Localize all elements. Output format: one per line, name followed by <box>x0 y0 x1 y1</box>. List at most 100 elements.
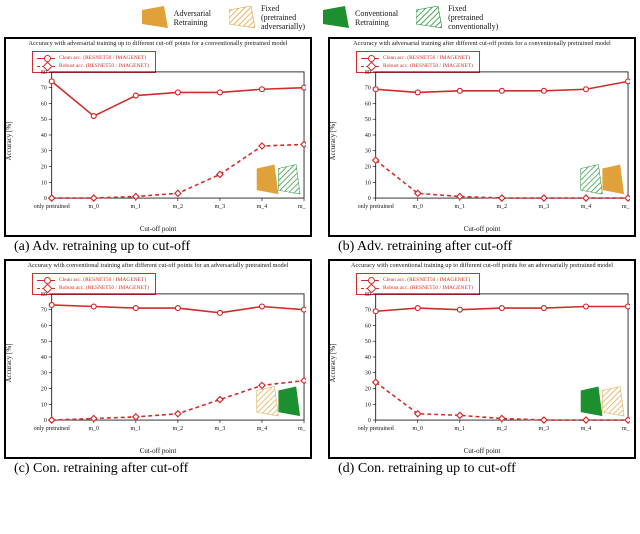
caption-c: (c) Con. retraining after cut-off <box>4 461 312 477</box>
svg-text:m_0: m_0 <box>89 204 100 210</box>
chart-plot: 01020304050607080only pretrainedm_0m_1m_… <box>356 273 630 439</box>
x-axis-label: Cut-off point <box>6 225 310 233</box>
svg-text:0: 0 <box>368 418 371 424</box>
trapezoid-icon <box>142 6 168 30</box>
y-axis-label: Accuracy [%] <box>329 121 337 160</box>
legend-label: Conventional Retraining <box>355 9 398 27</box>
x-axis-label: Cut-off point <box>6 447 310 455</box>
svg-text:m_3: m_3 <box>539 426 550 432</box>
svg-text:only pretrained: only pretrained <box>358 426 394 432</box>
svg-text:50: 50 <box>365 339 371 345</box>
y-axis-label: Accuracy [%] <box>5 343 13 382</box>
svg-text:40: 40 <box>41 133 47 139</box>
svg-text:m_3: m_3 <box>215 204 226 210</box>
svg-text:30: 30 <box>365 371 371 377</box>
figure-page: Adversarial Retraining Fixed (pretrained… <box>0 0 640 534</box>
chart-frame-d: Accuracy with conventional training up t… <box>328 259 636 459</box>
svg-text:m_4: m_4 <box>581 204 592 210</box>
caption-a: (a) Adv. retraining up to cut-off <box>4 239 312 255</box>
chart-plot: 01020304050607080only pretrainedm_0m_1m_… <box>32 51 306 217</box>
chart-title: Accuracy with conventional training up t… <box>330 261 634 271</box>
svg-text:70: 70 <box>41 308 47 314</box>
svg-text:80: 80 <box>41 292 47 298</box>
trapezoid-icon <box>229 6 255 30</box>
svg-text:m_2: m_2 <box>173 426 184 432</box>
svg-text:80: 80 <box>41 70 47 76</box>
svg-text:70: 70 <box>41 86 47 92</box>
svg-text:30: 30 <box>365 149 371 155</box>
chart-plot: 01020304050607080only pretrainedm_0m_1m_… <box>32 273 306 439</box>
svg-text:20: 20 <box>365 164 371 170</box>
svg-text:10: 10 <box>365 402 371 408</box>
chart-cell-c: Accuracy with conventional training afte… <box>4 259 312 477</box>
caption-b: (b) Adv. retraining after cut-off <box>328 239 636 255</box>
legend-label: Fixed (pretrained adversarially) <box>261 4 305 31</box>
svg-text:10: 10 <box>41 180 47 186</box>
svg-text:m_4: m_4 <box>257 426 268 432</box>
chart-frame-b: Accuracy with adversarial training after… <box>328 37 636 237</box>
svg-text:m_3: m_3 <box>539 204 550 210</box>
chart-grid: Accuracy with adversarial training up to… <box>0 37 640 481</box>
svg-text:80: 80 <box>365 70 371 76</box>
svg-text:20: 20 <box>41 164 47 170</box>
svg-text:60: 60 <box>41 323 47 329</box>
svg-text:50: 50 <box>41 339 47 345</box>
y-axis-label: Accuracy [%] <box>5 121 13 160</box>
svg-text:60: 60 <box>365 101 371 107</box>
chart-cell-d: Accuracy with conventional training up t… <box>328 259 636 477</box>
chart-title: Accuracy with conventional training afte… <box>6 261 310 271</box>
svg-text:20: 20 <box>41 386 47 392</box>
svg-text:m_4: m_4 <box>581 426 592 432</box>
chart-cell-a: Accuracy with adversarial training up to… <box>4 37 312 255</box>
svg-text:m_1: m_1 <box>455 204 466 210</box>
x-axis-label: Cut-off point <box>330 447 634 455</box>
y-axis-label: Accuracy [%] <box>329 343 337 382</box>
legend-label: Adversarial Retraining <box>174 9 211 27</box>
top-legend: Adversarial Retraining Fixed (pretrained… <box>0 0 640 37</box>
svg-text:80: 80 <box>365 292 371 298</box>
svg-text:70: 70 <box>365 308 371 314</box>
svg-text:70: 70 <box>365 86 371 92</box>
svg-text:60: 60 <box>365 323 371 329</box>
legend-item-adv-retrain: Adversarial Retraining <box>142 6 211 30</box>
legend-item-fixed-adv: Fixed (pretrained adversarially) <box>229 4 305 31</box>
trapezoid-icon <box>323 6 349 30</box>
svg-text:30: 30 <box>41 371 47 377</box>
chart-title: Accuracy with adversarial training after… <box>330 39 634 49</box>
trapezoid-icon <box>416 6 442 30</box>
svg-text:m_1: m_1 <box>455 426 466 432</box>
svg-text:m_2: m_2 <box>497 204 508 210</box>
legend-label: Fixed (pretrained conventionally) <box>448 4 498 31</box>
svg-text:0: 0 <box>44 418 47 424</box>
svg-text:50: 50 <box>41 117 47 123</box>
chart-title: Accuracy with adversarial training up to… <box>6 39 310 49</box>
svg-text:m_0: m_0 <box>413 426 424 432</box>
chart-frame-c: Accuracy with conventional training afte… <box>4 259 312 459</box>
svg-text:30: 30 <box>41 149 47 155</box>
svg-text:only pretrained: only pretrained <box>34 204 70 210</box>
svg-text:m_2: m_2 <box>497 426 508 432</box>
svg-text:m_fc: m_fc <box>298 203 306 210</box>
legend-item-con-retrain: Conventional Retraining <box>323 6 398 30</box>
chart-plot: 0 10 20 30 40 50 60 70 80 only pretrained m_0 m_1 m_… <box>356 51 630 217</box>
svg-text:m_0: m_0 <box>413 204 424 210</box>
svg-text:m_3: m_3 <box>215 426 226 432</box>
svg-text:0: 0 <box>368 196 371 202</box>
chart-frame-a: Accuracy with adversarial training up to… <box>4 37 312 237</box>
x-axis-label: Cut-off point <box>330 225 634 233</box>
svg-text:10: 10 <box>365 180 371 186</box>
svg-text:only pretrained: only pretrained <box>358 204 394 210</box>
svg-text:50: 50 <box>365 117 371 123</box>
svg-text:m_1: m_1 <box>131 426 142 432</box>
svg-text:40: 40 <box>365 133 371 139</box>
svg-text:40: 40 <box>41 355 47 361</box>
svg-text:20: 20 <box>365 386 371 392</box>
svg-text:m_4: m_4 <box>257 204 268 210</box>
chart-cell-b: Accuracy with adversarial training after… <box>328 37 636 255</box>
svg-text:10: 10 <box>41 402 47 408</box>
svg-text:m_fc: m_fc <box>622 425 630 432</box>
svg-text:m_fc: m_fc <box>622 203 630 210</box>
svg-text:m_0: m_0 <box>89 426 100 432</box>
svg-text:m_1: m_1 <box>131 204 142 210</box>
svg-text:m_fc: m_fc <box>298 425 306 432</box>
